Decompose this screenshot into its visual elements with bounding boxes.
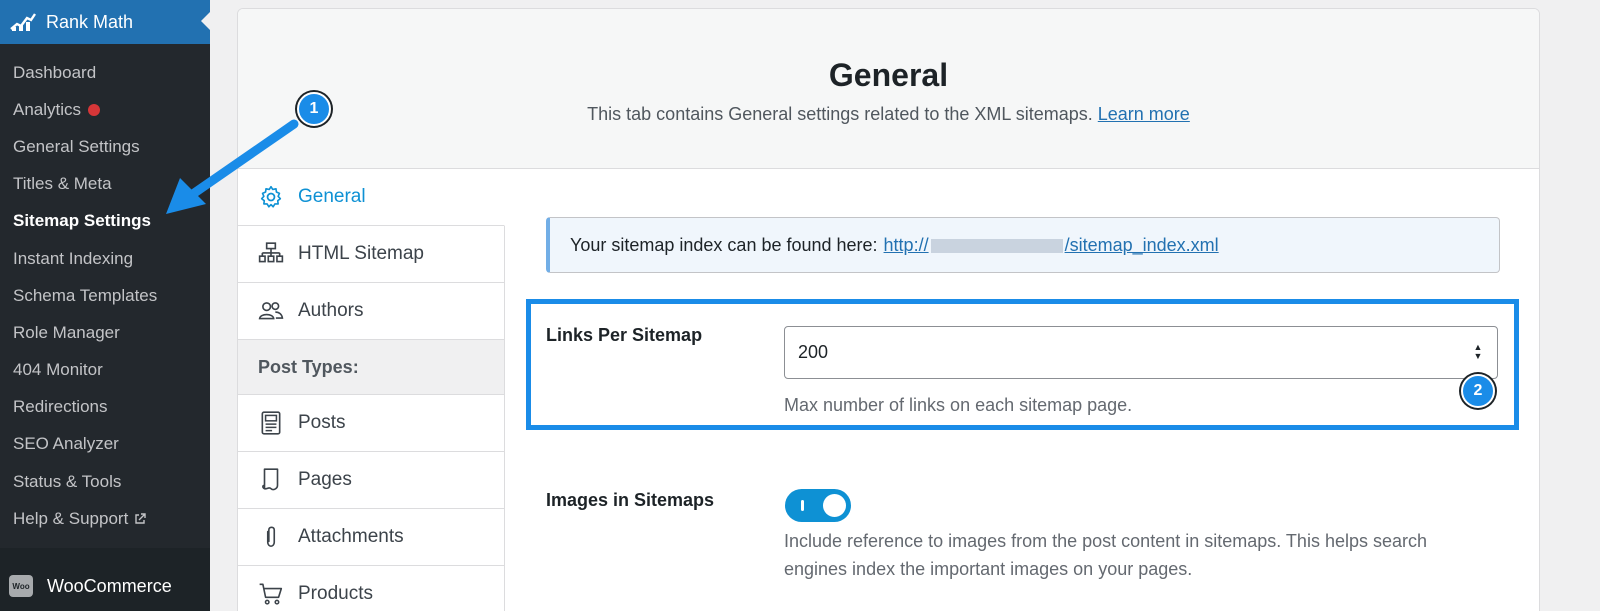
- sidebar-item-dashboard[interactable]: Dashboard: [0, 54, 210, 91]
- tab-label: General: [298, 186, 366, 207]
- annotation-highlight-box: [526, 299, 1519, 430]
- sitemap-index-link[interactable]: http:// /sitemap_index.xml: [884, 235, 1219, 256]
- sidebar-item-seo-analyzer[interactable]: SEO Analyzer: [0, 426, 210, 463]
- images-in-sitemaps-help: Include reference to images from the pos…: [784, 527, 1427, 583]
- tab-attachments[interactable]: Attachments: [238, 509, 504, 566]
- sidebar-item-role-manager[interactable]: Role Manager: [0, 314, 210, 351]
- sidebar-item-label: Sitemap Settings: [13, 211, 151, 231]
- post-types-section-header: Post Types:: [238, 340, 504, 395]
- sidebar-item-label: Help & Support: [13, 508, 129, 528]
- sidebar-item-label: General Settings: [13, 136, 140, 156]
- toggle-on-indicator: [801, 500, 804, 511]
- tab-label: Products: [298, 583, 373, 604]
- link-prefix: http://: [883, 234, 929, 255]
- sitemap-icon: [258, 242, 284, 263]
- notification-dot: [88, 103, 101, 116]
- page-title: General: [828, 57, 949, 93]
- annotation-step-2: 2: [1461, 374, 1495, 408]
- tab-posts[interactable]: Posts: [238, 395, 504, 452]
- tab-pages[interactable]: Pages: [238, 452, 504, 509]
- sidebar-item-schema-templates[interactable]: Schema Templates: [0, 277, 210, 314]
- external-link-icon: [134, 513, 146, 525]
- tab-label: Posts: [298, 412, 346, 433]
- images-in-sitemaps-toggle[interactable]: [785, 489, 851, 522]
- help-line: engines index the important images on yo…: [784, 559, 1193, 579]
- sitemap-index-notice: Your sitemap index can be found here: ht…: [546, 217, 1500, 273]
- annotation-step-1: 1: [297, 92, 331, 126]
- sidebar-item-label: Instant Indexing: [13, 248, 134, 268]
- description-text: This tab contains General settings relat…: [587, 104, 1093, 124]
- tab-authors[interactable]: Authors: [238, 283, 504, 340]
- sidebar-item-404-monitor[interactable]: 404 Monitor: [0, 352, 210, 389]
- sidebar-item-label: Redirections: [13, 397, 108, 417]
- learn-more-link[interactable]: Learn more: [1098, 104, 1190, 124]
- sidebar-item-label: Dashboard: [13, 62, 97, 82]
- sidebar-item-label: Schema Templates: [13, 285, 158, 305]
- sidebar-item-label: Titles & Meta: [13, 174, 112, 194]
- sidebar-item-redirections[interactable]: Redirections: [0, 389, 210, 426]
- users-icon: [258, 302, 284, 320]
- page-icon: [262, 468, 279, 491]
- sidebar-item-label: WooCommerce: [47, 575, 172, 596]
- tab-label: HTML Sitemap: [298, 243, 424, 264]
- tab-label: Pages: [298, 469, 352, 490]
- settings-panel: General This tab contains General settin…: [237, 8, 1540, 611]
- sidebar-item-label: 404 Monitor: [13, 360, 103, 380]
- cart-icon: [259, 583, 283, 605]
- app: Rank Math Dashboard Analytics General Se…: [0, 0, 1600, 611]
- help-line: Include reference to images from the pos…: [784, 531, 1427, 551]
- notice-text: Your sitemap index can be found here:: [570, 234, 878, 255]
- panel-header: General This tab contains General settin…: [238, 9, 1539, 169]
- redacted-domain: [930, 238, 1063, 253]
- tab-products[interactable]: Products: [238, 566, 504, 611]
- brand-label: Rank Math: [46, 11, 134, 32]
- link-suffix: /sitemap_index.xml: [1064, 234, 1219, 255]
- images-in-sitemaps-label: Images in Sitemaps: [546, 490, 715, 510]
- annotation-arrow-icon: [166, 119, 299, 214]
- settings-tabs: General HTML Sitemap Authors Post Types:…: [238, 169, 505, 611]
- rank-math-logo-icon: [10, 13, 36, 31]
- toggle-knob: [823, 494, 846, 517]
- sidebar-item-instant-indexing[interactable]: Instant Indexing: [0, 240, 210, 277]
- sidebar-item-status-tools[interactable]: Status & Tools: [0, 463, 210, 500]
- section-label: Post Types:: [258, 356, 359, 377]
- document-icon: [261, 411, 281, 435]
- sidebar-item-help-support[interactable]: Help & Support: [0, 500, 210, 537]
- sidebar-item-label: Role Manager: [13, 322, 120, 342]
- paperclip-icon: [266, 526, 276, 548]
- page-description: This tab contains General settings relat…: [238, 104, 1539, 125]
- rank-math-menu-header[interactable]: Rank Math: [0, 0, 210, 44]
- tab-label: Authors: [298, 300, 364, 321]
- woocommerce-logo-icon: Woo: [9, 575, 33, 597]
- admin-sidebar: Rank Math Dashboard Analytics General Se…: [0, 0, 210, 611]
- sidebar-item-label: Status & Tools: [13, 471, 122, 491]
- sidebar-item-woocommerce[interactable]: Woo WooCommerce: [0, 568, 210, 604]
- sidebar-item-label: SEO Analyzer: [13, 434, 119, 454]
- tab-label: Attachments: [298, 526, 404, 547]
- tab-html-sitemap[interactable]: HTML Sitemap: [238, 226, 504, 283]
- sidebar-item-label: Analytics: [13, 99, 82, 119]
